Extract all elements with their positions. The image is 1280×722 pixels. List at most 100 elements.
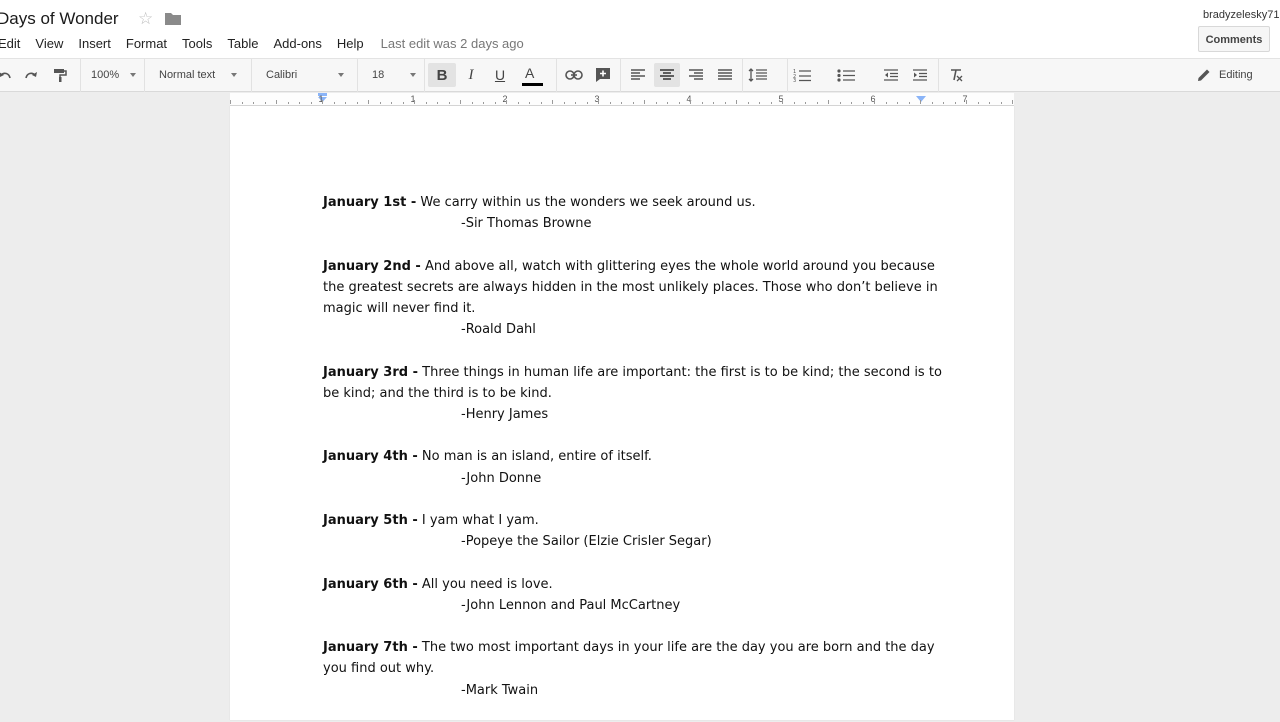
right-indent-marker-icon[interactable] xyxy=(916,96,926,104)
italic-button[interactable]: I xyxy=(458,63,484,87)
ruler-tick xyxy=(724,102,726,104)
quote-entry: January 5th - I yam what I yam. -Popeye t… xyxy=(323,510,943,552)
ruler-tick xyxy=(655,102,657,104)
menu-table[interactable]: Table xyxy=(227,35,258,53)
align-right-button[interactable] xyxy=(684,63,708,87)
ruler-tick xyxy=(977,102,979,104)
quote-text: No man is an island, entire of itself. xyxy=(417,449,652,465)
justify-button[interactable] xyxy=(713,63,737,87)
ruler-tick xyxy=(483,102,484,104)
ruler-tick xyxy=(897,102,898,104)
align-center-icon xyxy=(660,69,674,80)
ruler-tick xyxy=(885,102,887,104)
ruler-tick xyxy=(713,102,714,104)
bold-button[interactable]: B xyxy=(428,63,456,87)
insert-comment-button[interactable] xyxy=(591,63,615,87)
ruler-tick xyxy=(379,102,381,104)
chevron-down-icon xyxy=(130,73,136,77)
bulleted-list-icon xyxy=(837,69,855,82)
ruler-tick xyxy=(448,102,450,104)
menu-view[interactable]: View xyxy=(35,35,63,53)
ruler-tick xyxy=(770,102,772,104)
doc-title[interactable]: Days of Wonder xyxy=(0,8,119,30)
menu-edit[interactable]: Edit xyxy=(0,35,20,53)
quote-paragraph: January 1st - We carry within us the won… xyxy=(323,192,943,213)
pencil-icon xyxy=(1198,69,1210,81)
ruler-tick xyxy=(839,102,841,104)
ruler-tick xyxy=(517,102,519,104)
line-spacing-button[interactable] xyxy=(748,63,780,87)
ruler-tick xyxy=(264,102,266,104)
align-left-button[interactable] xyxy=(626,63,650,87)
editing-mode-button[interactable]: Editing xyxy=(1197,63,1253,87)
align-center-button[interactable] xyxy=(654,63,680,87)
numbered-list-button[interactable]: 1 2 3 xyxy=(793,63,829,87)
quote-entry: January 1st - We carry within us the won… xyxy=(323,192,943,234)
clear-formatting-button[interactable] xyxy=(944,63,968,87)
quote-author: -Popeye the Sailor (Elzie Crisler Segar) xyxy=(461,534,712,550)
last-edit-status[interactable]: Last edit was 2 days ago xyxy=(381,35,524,53)
quote-paragraph: January 7th - The two most important day… xyxy=(323,637,943,679)
horizontal-ruler[interactable]: 11234567 xyxy=(230,93,1014,106)
undo-button[interactable] xyxy=(0,63,14,87)
decrease-indent-button[interactable] xyxy=(879,63,903,87)
increase-indent-button[interactable] xyxy=(908,63,932,87)
ruler-tick xyxy=(356,102,358,104)
paint-format-button[interactable] xyxy=(51,63,69,87)
style-select[interactable]: Normal text xyxy=(159,63,241,87)
toolbar-separator xyxy=(620,59,621,92)
ruler-tick xyxy=(575,102,576,104)
menu-tools[interactable]: Tools xyxy=(182,35,212,53)
redo-icon xyxy=(25,72,37,79)
ruler-tick xyxy=(621,102,622,104)
font-size-value: 18 xyxy=(372,69,385,81)
quote-author: -John Donne xyxy=(461,470,542,486)
menu-addons[interactable]: Add-ons xyxy=(273,35,321,53)
quote-paragraph: January 6th - All you need is love. xyxy=(323,574,943,595)
quote-date: January 5th - xyxy=(323,512,418,528)
font-size-select[interactable]: 18 xyxy=(372,63,418,87)
menu-insert[interactable]: Insert xyxy=(78,35,111,53)
insert-link-button[interactable] xyxy=(562,63,586,87)
ruler-tick xyxy=(402,102,404,104)
document-body[interactable]: January 1st - We carry within us the won… xyxy=(323,192,943,722)
svg-text:3: 3 xyxy=(793,78,796,82)
bulleted-list-button[interactable] xyxy=(837,63,873,87)
menu-format[interactable]: Format xyxy=(126,35,167,53)
add-comment-icon xyxy=(596,68,610,82)
quote-date: January 7th - xyxy=(323,640,418,656)
quote-entry: January 7th - The two most important day… xyxy=(323,637,943,701)
font-select[interactable]: Calibri xyxy=(266,63,348,87)
text-color-icon: A xyxy=(519,63,543,87)
ruler-tick xyxy=(759,102,760,104)
quote-paragraph: January 5th - I yam what I yam. xyxy=(323,510,943,531)
quote-date: January 4th - xyxy=(323,449,418,465)
ruler-tick xyxy=(253,102,254,104)
quote-author: -Henry James xyxy=(461,407,549,422)
ruler-tick xyxy=(609,102,611,104)
doc-header: Days of Wonder ☆ bradyzelesky71@ Comment… xyxy=(0,0,1280,58)
menu-help[interactable]: Help xyxy=(337,35,364,53)
zoom-select[interactable]: 100% xyxy=(91,63,137,87)
style-value: Normal text xyxy=(159,69,216,81)
ruler-tick xyxy=(678,102,680,104)
user-account[interactable]: bradyzelesky71@ xyxy=(1203,8,1280,22)
numbered-list-icon: 1 2 3 xyxy=(793,69,811,82)
text-color-button[interactable]: A xyxy=(513,63,549,87)
underline-button[interactable]: U xyxy=(487,63,513,87)
ruler-tick xyxy=(322,100,323,104)
folder-icon[interactable] xyxy=(165,12,181,25)
ruler-tick xyxy=(943,102,944,104)
comments-button[interactable]: Comments xyxy=(1198,26,1270,52)
ruler-tick xyxy=(782,100,783,104)
ruler-tick xyxy=(851,102,852,104)
ruler-tick xyxy=(793,102,795,104)
redo-button[interactable] xyxy=(22,63,40,87)
quote-entry: January 2nd - And above all, watch with … xyxy=(323,256,943,341)
ruler-tick xyxy=(1012,100,1013,104)
quote-date: January 1st - xyxy=(323,195,417,210)
ruler-tick xyxy=(287,102,289,104)
ruler-tick xyxy=(540,102,542,104)
ruler-tick xyxy=(966,100,967,104)
star-icon[interactable]: ☆ xyxy=(138,9,153,29)
